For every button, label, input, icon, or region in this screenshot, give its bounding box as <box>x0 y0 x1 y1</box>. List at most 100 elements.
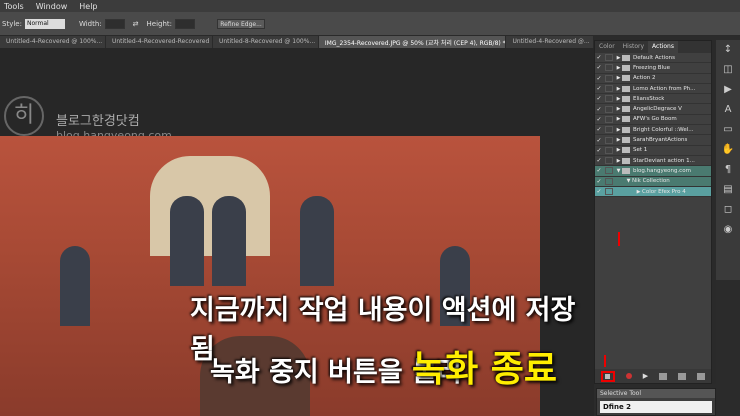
check-icon[interactable]: ✓ <box>595 75 603 82</box>
doc-tab[interactable]: Untitled-4-Recovered @... <box>506 36 595 48</box>
check-icon[interactable]: ✓ <box>595 95 603 102</box>
action-row[interactable]: ✓ ▶ Action 2 <box>595 74 711 84</box>
action-row[interactable]: ✓ ▶ Default Actions <box>595 53 711 64</box>
caption-highlight: 녹화 종료 <box>412 349 558 390</box>
tool-icon[interactable]: ◉ <box>716 220 740 240</box>
check-icon[interactable]: ✓ <box>595 157 603 164</box>
dialog-toggle-icon[interactable] <box>605 157 613 165</box>
check-icon[interactable]: ✓ <box>595 54 603 61</box>
check-icon[interactable]: ✓ <box>595 147 603 154</box>
dialog-toggle-icon[interactable] <box>605 54 613 62</box>
check-icon[interactable]: ✓ <box>595 188 603 195</box>
folder-icon <box>622 85 630 92</box>
refine-edge-button[interactable]: Refine Edge... <box>217 18 266 29</box>
new-action-icon[interactable] <box>678 372 687 380</box>
action-row[interactable]: ✓ ▶ Lomo Action from Ph... <box>595 84 711 95</box>
expand-icon[interactable]: ▶ <box>615 127 622 133</box>
expand-icon[interactable]: ▶ <box>615 106 622 112</box>
check-icon[interactable]: ✓ <box>595 64 603 71</box>
menu-window[interactable]: Window <box>36 2 68 11</box>
dialog-toggle-icon[interactable] <box>605 177 613 185</box>
tab-color[interactable]: Color <box>595 41 619 53</box>
record-button[interactable] <box>625 373 632 379</box>
tool-icon[interactable]: ▤ <box>716 180 740 200</box>
check-icon[interactable]: ✓ <box>595 167 603 174</box>
action-label: Default Actions <box>633 54 675 61</box>
new-set-icon[interactable] <box>659 372 668 380</box>
action-row[interactable]: ✓ ▼ blog.hangyeong.com <box>595 166 711 177</box>
doc-tab-active[interactable]: IMG_2354-Recovered.JPG @ 50% (교차 처리 (CEP… <box>318 36 507 48</box>
trash-icon[interactable] <box>697 372 706 380</box>
red-arrow-line <box>618 232 620 246</box>
dialog-toggle-icon[interactable] <box>605 85 613 93</box>
action-row[interactable]: ✓ ▶ Set 1 <box>595 146 711 156</box>
expand-icon[interactable]: ▶ <box>615 137 622 143</box>
style-select[interactable]: Normal <box>24 18 65 29</box>
dialog-toggle-icon[interactable] <box>605 136 613 144</box>
tool-strip: ↕ ◫ ▶ A ▭ ✋ ¶ ▤ ◻ ◉ <box>716 40 740 280</box>
action-row[interactable]: ✓ ▶ Color Efex Pro 4 <box>595 186 711 198</box>
tab-history[interactable]: History <box>619 41 648 53</box>
expand-icon[interactable]: ▼ <box>625 178 632 184</box>
document-canvas[interactable]: 히 블로그한경닷컴 blog.hangyeong.com 지금까지 작업 내용이… <box>0 48 594 416</box>
menu-tools[interactable]: Tools <box>4 2 24 11</box>
selective-tool-value[interactable]: Dfine 2 <box>600 401 712 413</box>
expand-icon[interactable]: ▶ <box>615 158 622 164</box>
action-row[interactable]: ✓ ▼ Nik Collection <box>595 176 711 187</box>
play-icon[interactable]: ▶ <box>643 372 648 380</box>
check-icon[interactable]: ✓ <box>595 106 603 113</box>
tool-icon[interactable]: ▶ <box>716 80 740 100</box>
tool-icon[interactable]: ¶ <box>716 160 740 180</box>
tool-icon[interactable]: ✋ <box>716 140 740 160</box>
expand-icon[interactable]: ▶ <box>615 96 622 102</box>
expand-icon[interactable]: ▼ <box>615 168 622 174</box>
action-label: Color Efex Pro 4 <box>642 188 686 195</box>
folder-icon <box>622 116 630 123</box>
action-row[interactable]: ✓ ▶ StarDeviant action 1... <box>595 156 711 167</box>
tool-icon[interactable]: ▭ <box>716 120 740 140</box>
width-field[interactable] <box>104 18 125 29</box>
expand-icon[interactable]: ▶ <box>615 55 622 61</box>
action-row[interactable]: ✓ ▶ AngelicDegrace V <box>595 104 711 115</box>
expand-icon[interactable]: ▶ <box>615 147 622 153</box>
stop-recording-button[interactable] <box>600 370 615 382</box>
expand-icon[interactable]: ▶ <box>615 116 622 122</box>
menu-help[interactable]: Help <box>79 2 97 11</box>
expand-icon[interactable]: ▶ <box>615 75 622 81</box>
action-row[interactable]: ✓ ▶ AFW's Go Boom <box>595 115 711 126</box>
dialog-toggle-icon[interactable] <box>605 188 613 195</box>
height-field[interactable] <box>175 18 196 29</box>
dialog-toggle-icon[interactable] <box>605 146 613 154</box>
tool-icon[interactable]: ↕ <box>716 40 740 60</box>
check-icon[interactable]: ✓ <box>595 85 603 92</box>
folder-icon <box>622 75 630 82</box>
action-row[interactable]: ✓ ▶ Bright Colorful ::Wel... <box>595 125 711 136</box>
action-row[interactable]: ✓ ▶ EliansStock <box>595 94 711 105</box>
expand-icon[interactable]: ▶ <box>615 65 622 71</box>
tab-actions[interactable]: Actions <box>648 41 678 53</box>
doc-tab[interactable]: Untitled-4-Recovered @ 100%... <box>0 36 106 48</box>
action-row[interactable]: ✓ ▶ SarahBryantActions <box>595 135 711 146</box>
action-label: Set 1 <box>633 147 648 154</box>
check-icon[interactable]: ✓ <box>595 116 603 123</box>
check-icon[interactable]: ✓ <box>595 178 603 185</box>
dialog-toggle-icon[interactable] <box>605 126 613 134</box>
dialog-toggle-icon[interactable] <box>605 167 613 175</box>
expand-icon[interactable]: ▶ <box>615 86 622 92</box>
action-row[interactable]: ✓ ▶ Freezing Blue <box>595 63 711 74</box>
tool-icon[interactable]: ◫ <box>716 60 740 80</box>
dialog-toggle-icon[interactable] <box>605 95 613 103</box>
doc-tab[interactable]: Untitled-8-Recovered @ 100%... <box>213 36 319 48</box>
dialog-toggle-icon[interactable] <box>605 115 613 123</box>
tool-icon[interactable]: ◻ <box>716 200 740 220</box>
expand-icon[interactable]: ▶ <box>635 189 642 195</box>
check-icon[interactable]: ✓ <box>595 126 603 133</box>
dialog-toggle-icon[interactable] <box>605 74 613 82</box>
action-label: SarahBryantActions <box>633 137 688 144</box>
swap-icon[interactable]: ⇄ <box>133 20 139 28</box>
check-icon[interactable]: ✓ <box>595 137 603 144</box>
tool-icon[interactable]: A <box>716 100 740 120</box>
dialog-toggle-icon[interactable] <box>605 105 613 113</box>
dialog-toggle-icon[interactable] <box>605 64 613 72</box>
doc-tab[interactable]: Untitled-4-Recovered-Recovered <box>106 36 213 48</box>
